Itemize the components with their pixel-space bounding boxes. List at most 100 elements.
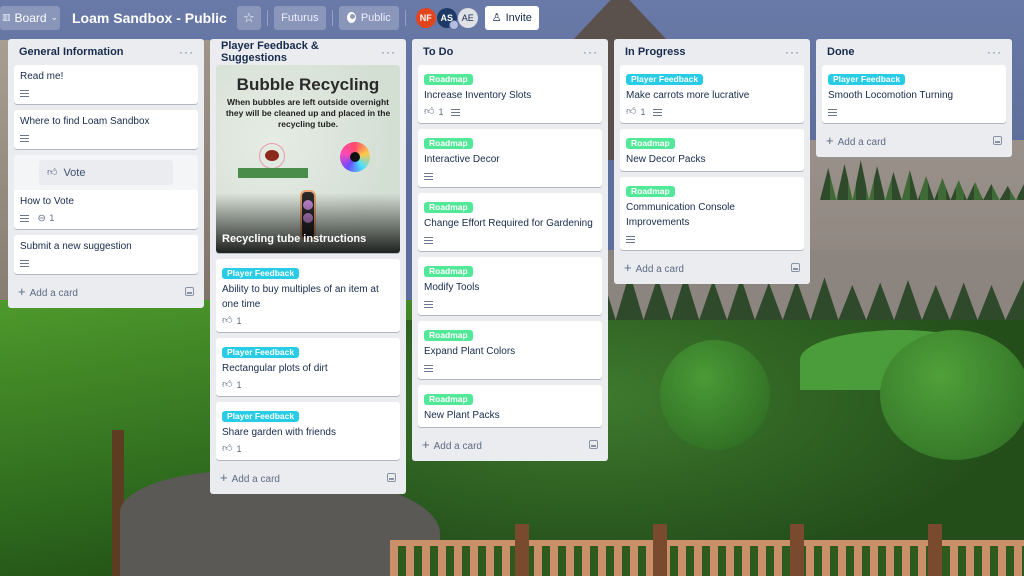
thumbs-up-icon: 👍︎ (222, 315, 233, 326)
card[interactable]: Submit a new suggestion (14, 235, 198, 274)
card[interactable]: Where to find Loam Sandbox (14, 110, 198, 149)
card-title: Share garden with friends (222, 427, 336, 438)
star-board-button[interactable]: ☆ (236, 5, 261, 30)
card[interactable]: Player Feedback Smooth Locomotion Turnin… (822, 65, 1006, 123)
plus-icon: + (18, 283, 26, 299)
view-switcher-button[interactable]: ▥ Board ⌄ (0, 5, 60, 30)
card[interactable]: Roadmap Modify Tools (418, 257, 602, 315)
vote-label: Vote (63, 166, 86, 179)
card-template-icon[interactable] (993, 135, 1002, 145)
board-icon: ▥ (2, 12, 11, 22)
thumbs-up-icon: 👍︎ (222, 443, 233, 454)
cover-card[interactable]: Bubble Recycling When bubbles are left o… (216, 65, 400, 253)
card[interactable]: Roadmap Increase Inventory Slots 👍︎ 1 (418, 65, 602, 123)
card[interactable]: Roadmap Change Effort Required for Garde… (418, 193, 602, 251)
bubble-illustration (259, 143, 285, 169)
card-title: Read me! (20, 71, 64, 82)
card-badges (20, 131, 192, 145)
vote-count: 1 (438, 107, 444, 117)
label-roadmap: Roadmap (424, 138, 473, 149)
card[interactable]: Read me! (14, 65, 198, 104)
card-title: Smooth Locomotion Turning (828, 90, 954, 101)
list-menu-icon[interactable]: ··· (987, 46, 1002, 58)
card[interactable]: Roadmap Interactive Decor (418, 129, 602, 187)
add-card-button[interactable]: + Add a card (822, 129, 1006, 151)
member-avatar[interactable]: AS (436, 7, 459, 30)
add-card-label: Add a card (837, 136, 886, 148)
visibility-button[interactable]: Public (338, 5, 399, 30)
list-header: Done ··· (822, 39, 1006, 65)
card-cover-image: Bubble Recycling When bubbles are left o… (216, 65, 400, 253)
card-title: Where to find Loam Sandbox (20, 116, 150, 127)
card-title: Expand Plant Colors (424, 346, 516, 357)
card[interactable]: Roadmap New Decor Packs (620, 129, 804, 171)
card-template-icon[interactable] (387, 472, 396, 482)
color-wheel-illustration (340, 142, 370, 172)
card[interactable]: Player Feedback Ability to buy multiples… (216, 259, 400, 332)
card[interactable]: Roadmap Expand Plant Colors (418, 321, 602, 379)
card[interactable]: Player Feedback Rectangular plots of dir… (216, 338, 400, 396)
list-title[interactable]: To Do (423, 46, 453, 58)
vote-badge: 👍︎ 1 (222, 443, 241, 455)
list-title[interactable]: In Progress (625, 46, 686, 58)
invite-button[interactable]: ♙ Invite (484, 5, 539, 30)
description-icon (828, 108, 837, 116)
add-card-text: + Add a card (18, 284, 78, 299)
add-card-button[interactable]: + Add a card (216, 466, 400, 488)
add-card-text: + Add a card (826, 133, 886, 148)
description-icon (424, 236, 433, 244)
card[interactable]: Roadmap New Plant Packs (418, 385, 602, 427)
card-template-icon[interactable] (185, 286, 194, 296)
list-player-feedback-suggestions: Player Feedback & Suggestions ··· Bubble… (210, 39, 406, 494)
list-menu-icon[interactable]: ··· (785, 46, 800, 58)
label-player-feedback: Player Feedback (828, 74, 906, 85)
plus-icon: + (826, 132, 834, 148)
header-divider (404, 9, 406, 26)
background-fence-post (515, 524, 529, 576)
card-template-icon[interactable] (589, 439, 598, 449)
member-avatar[interactable]: NF (415, 7, 436, 28)
card-title: Increase Inventory Slots (424, 90, 532, 101)
vote-badge: 👍︎ 1 (222, 315, 241, 327)
list-general-information: General Information ··· Read me! Where t… (8, 39, 204, 308)
list-menu-icon[interactable]: ··· (179, 46, 194, 58)
list-menu-icon[interactable]: ··· (381, 46, 396, 58)
list-header: In Progress ··· (620, 39, 804, 65)
card-badges: 👍︎ 1 (626, 105, 798, 119)
board-canvas: General Information ··· Read me! Where t… (8, 39, 1012, 494)
plus-icon: + (624, 259, 632, 275)
workspace-button[interactable]: Futurus (273, 5, 326, 30)
view-switcher-label: Board (14, 10, 47, 25)
add-card-button[interactable]: + Add a card (14, 280, 198, 302)
label-roadmap: Roadmap (424, 74, 473, 85)
card-badges (20, 86, 192, 100)
list-header: Player Feedback & Suggestions ··· (216, 39, 400, 65)
list-title[interactable]: Done (827, 46, 855, 58)
list-header: To Do ··· (418, 39, 602, 65)
card[interactable]: How to Vote ⊘ 1 (14, 190, 198, 229)
card-template-icon[interactable] (791, 262, 800, 272)
card-title: Interactive Decor (424, 154, 500, 165)
card[interactable]: Player Feedback Share garden with friend… (216, 402, 400, 460)
label-roadmap: Roadmap (424, 266, 473, 277)
list-title[interactable]: General Information (19, 46, 124, 58)
list-done: Done ··· Player Feedback Smooth Locomoti… (816, 39, 1012, 157)
member-avatar[interactable]: AE (457, 7, 478, 28)
board-header: ▥ Board ⌄ Loam Sandbox - Public ☆ Futuru… (0, 0, 1024, 35)
board-title[interactable]: Loam Sandbox - Public (72, 10, 227, 26)
card[interactable]: Player Feedback Make carrots more lucrat… (620, 65, 804, 123)
label-roadmap: Roadmap (424, 330, 473, 341)
card-badges (20, 256, 192, 270)
add-card-button[interactable]: + Add a card (418, 433, 602, 455)
card[interactable]: Roadmap Communication Console Improvemen… (620, 177, 804, 250)
list-menu-icon[interactable]: ··· (583, 46, 598, 58)
list-title[interactable]: Player Feedback & Suggestions (221, 40, 381, 64)
add-card-button[interactable]: + Add a card (620, 256, 804, 278)
card-title: Change Effort Required for Gardening (424, 218, 593, 229)
add-card-label: Add a card (231, 473, 280, 485)
label-roadmap: Roadmap (626, 138, 675, 149)
card-title: Communication Console Improvements (626, 202, 735, 228)
vote-button[interactable]: 👍︎ Vote (39, 160, 173, 185)
add-person-icon: ♙ (491, 12, 502, 24)
card-badges: ⊘ 1 (20, 211, 192, 225)
